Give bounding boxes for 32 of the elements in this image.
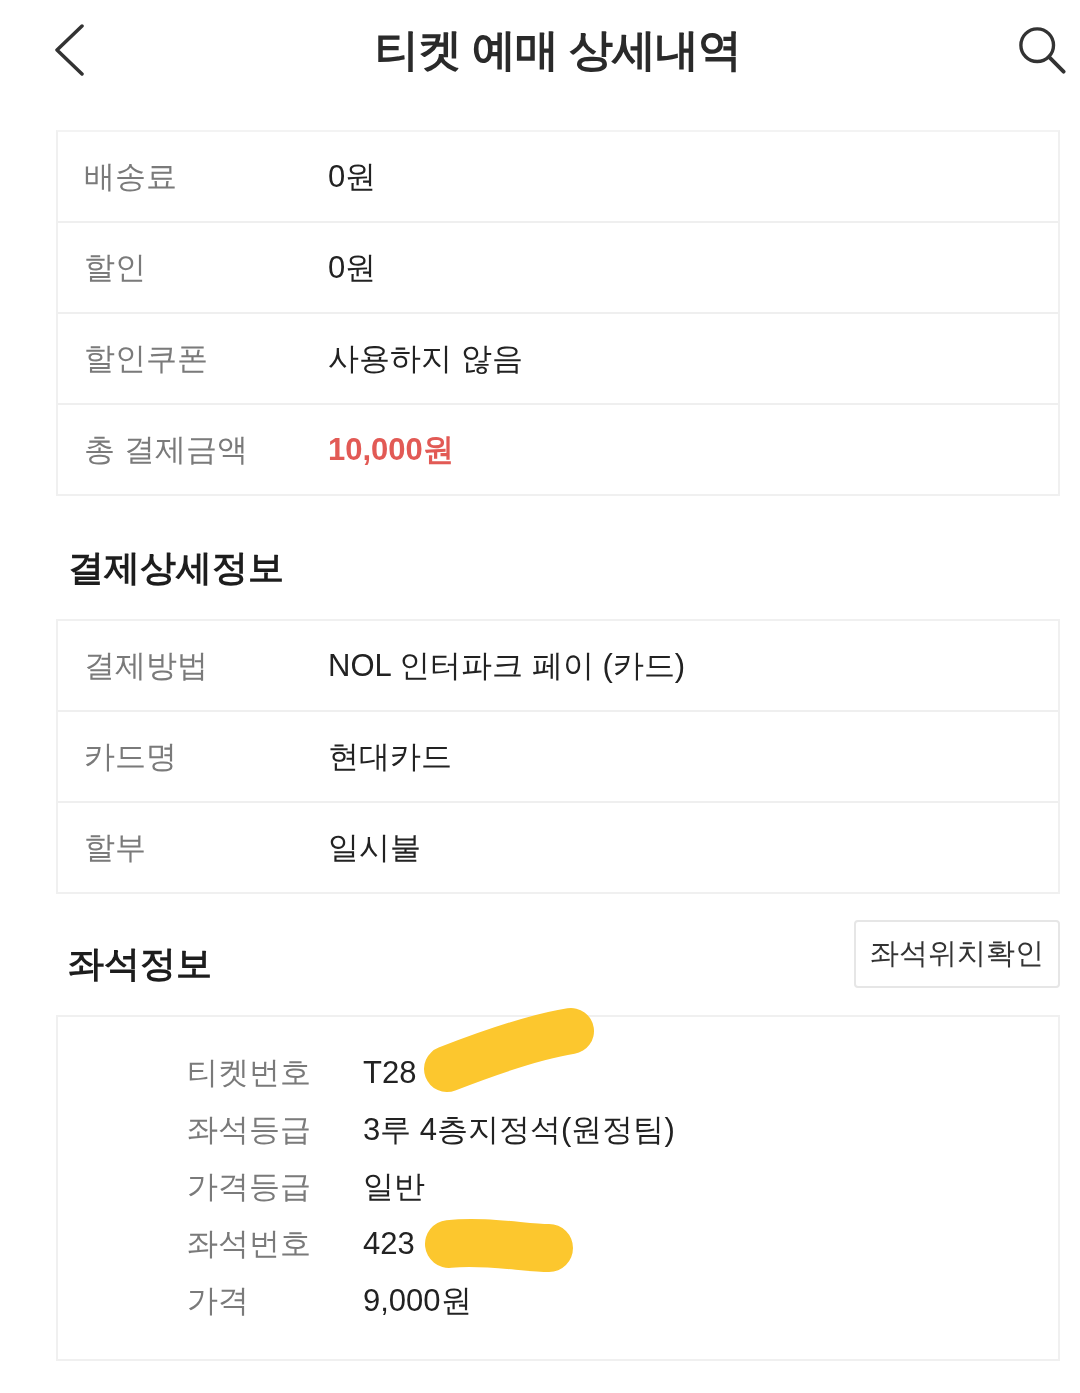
row-value: 일반: [363, 1167, 425, 1206]
row-label: 좌석번호: [187, 1224, 312, 1263]
row-value: 일시불: [328, 828, 421, 867]
row-value: 423: [363, 1225, 415, 1262]
row-value: 0원: [328, 157, 377, 196]
row-label: 배송료: [84, 157, 178, 196]
row-label: 결제방법: [84, 646, 209, 685]
search-icon: [1018, 26, 1066, 74]
row-label: 할인쿠폰: [84, 339, 209, 378]
row-label: 할부: [84, 828, 147, 867]
row-label: 할인: [84, 248, 147, 287]
seat-location-button[interactable]: 좌석위치확인: [854, 920, 1060, 988]
section-title: 좌석정보: [68, 942, 212, 986]
row-label: 총 결제금액: [84, 430, 249, 469]
page-title: 티켓 예매 상세내역: [374, 23, 742, 76]
search-button[interactable]: [1016, 24, 1068, 76]
row-value: 사용하지 않음: [328, 339, 523, 378]
row-value: 10,000원: [328, 430, 454, 469]
chevron-left-icon: [54, 24, 84, 76]
row-value: 9,000원: [363, 1281, 472, 1320]
row-value: NOL 인터파크 페이 (카드): [328, 646, 686, 685]
row-label: 티켓번호: [187, 1053, 312, 1092]
row-value: T28: [363, 1054, 417, 1091]
row-value: 3루 4층지정석(원정팀): [363, 1110, 675, 1149]
row-label: 좌석등급: [187, 1110, 312, 1149]
row-value: 현대카드: [328, 737, 452, 776]
row-value: 0원: [328, 248, 377, 287]
section-title: 결제상세정보: [68, 546, 284, 590]
row-label: 가격등급: [187, 1167, 312, 1206]
row-label: 가격: [187, 1281, 250, 1320]
row-label: 카드명: [84, 737, 178, 776]
back-button[interactable]: [52, 22, 86, 78]
